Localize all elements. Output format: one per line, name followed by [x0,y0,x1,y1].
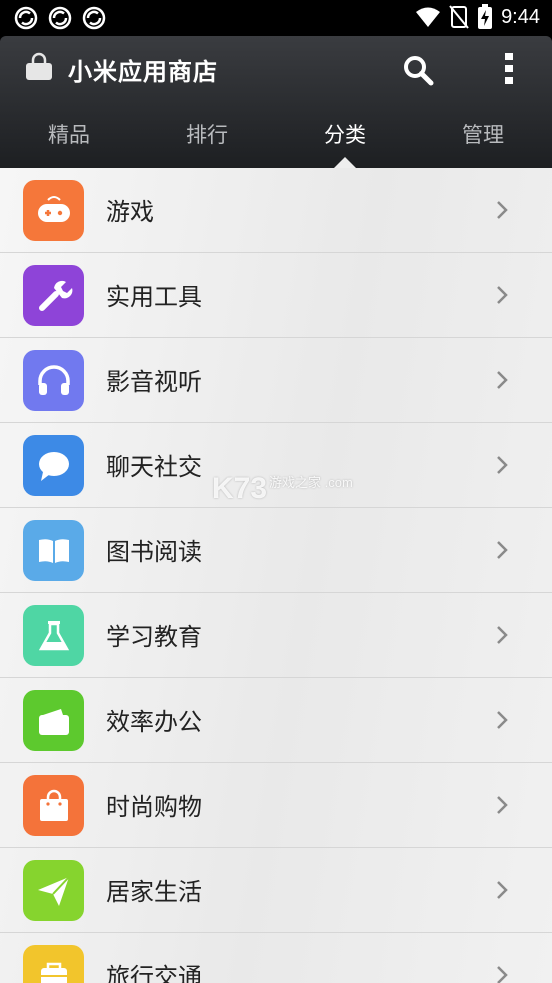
category-item-office[interactable]: 效率办公 [0,678,552,763]
status-bar: 9:44 [0,0,552,36]
search-icon[interactable] [402,54,434,86]
category-item-games[interactable]: 游戏 [0,168,552,253]
category-icon-tile [23,945,84,983]
wrench-icon [38,280,72,311]
category-icon-tile [23,265,84,326]
chevron-right-icon [497,541,508,559]
category-label: 效率办公 [106,708,202,736]
app-header: 小米应用商店 精品 排行 分类 管理 [0,36,552,168]
wallet-icon [38,708,69,735]
category-icon-tile [23,435,84,496]
category-label: 学习教育 [106,623,202,651]
chevron-right-icon [497,286,508,304]
battery-charging-icon [478,4,493,29]
tab-manage[interactable]: 管理 [414,102,552,168]
category-icon-tile [23,775,84,836]
category-label: 游戏 [106,198,154,226]
app-bar: 小米应用商店 [0,36,552,102]
flask-icon [38,620,69,650]
category-label: 居家生活 [106,878,202,906]
sync-icon [48,6,72,30]
sync-icon [82,6,106,30]
chevron-right-icon [497,796,508,814]
category-icon-tile [23,520,84,581]
category-label: 实用工具 [106,283,202,311]
book-icon [38,538,69,563]
no-sim-icon [449,5,469,29]
gamepad-icon [37,195,70,222]
tab-bar: 精品 排行 分类 管理 [0,102,552,168]
category-icon-tile [23,605,84,666]
category-label: 旅行交通 [106,963,202,983]
headphones-icon [37,364,70,395]
chat-bubble-icon [38,451,69,481]
sync-icon [14,6,38,30]
category-label: 时尚购物 [106,793,202,821]
category-item-home[interactable]: 居家生活 [0,848,552,933]
suitcase-icon [40,962,67,983]
category-icon-tile [23,350,84,411]
category-item-travel[interactable]: 旅行交通 [0,933,552,983]
chevron-right-icon [497,371,508,389]
category-item-shopping[interactable]: 时尚购物 [0,763,552,848]
category-item-tools[interactable]: 实用工具 [0,253,552,338]
category-item-social[interactable]: 聊天社交 [0,423,552,508]
tab-featured[interactable]: 精品 [0,102,138,168]
status-left-icons [14,6,106,30]
chevron-right-icon [497,966,508,983]
category-item-books[interactable]: 图书阅读 [0,508,552,593]
status-time: 9:44 [501,5,540,28]
chevron-right-icon [497,626,508,644]
category-label: 影音视听 [106,368,202,396]
category-icon-tile [23,860,84,921]
category-list: 游戏 实用工具 影音视听 聊天社交 图书阅读 学习教育 效率办公 时尚购物 居家… [0,168,552,983]
category-label: 图书阅读 [106,538,202,566]
chevron-right-icon [497,881,508,899]
shopping-bag-icon [39,789,68,821]
paper-plane-icon [37,875,70,906]
active-tab-indicator [334,157,356,168]
chevron-right-icon [497,711,508,729]
category-item-media[interactable]: 影音视听 [0,338,552,423]
category-label: 聊天社交 [106,453,202,481]
app-title: 小米应用商店 [68,58,218,86]
category-icon-tile [23,690,84,751]
chevron-right-icon [497,201,508,219]
category-icon-tile [23,180,84,241]
wifi-icon [416,7,441,27]
category-item-education[interactable]: 学习教育 [0,593,552,678]
chevron-right-icon [497,456,508,474]
tab-ranking[interactable]: 排行 [138,102,276,168]
tab-categories-label: 分类 [324,123,366,147]
overflow-menu-icon[interactable] [496,52,522,86]
status-right: 9:44 [415,4,540,30]
store-bag-icon [26,52,52,80]
tab-categories[interactable]: 分类 [276,102,414,168]
